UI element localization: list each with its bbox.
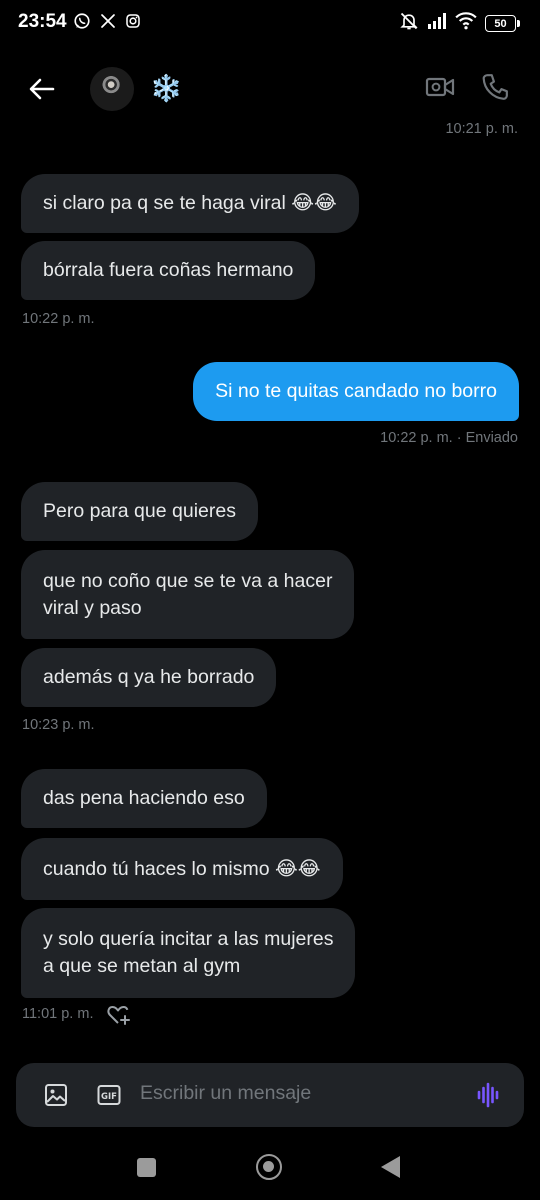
avatar[interactable] — [90, 67, 134, 111]
message-bubble-incoming[interactable]: das pena haciendo eso — [21, 769, 267, 828]
back-button[interactable] — [26, 74, 58, 104]
message-timestamp: 10:22 p. m. — [22, 311, 95, 327]
gif-label: GIF — [101, 1092, 117, 1102]
message-bubble-incoming[interactable]: además q ya he borrado — [21, 648, 277, 707]
arrow-left-icon — [29, 78, 55, 100]
add-reaction-button[interactable] — [106, 1004, 130, 1026]
message-timestamp: 10:23 p. m. — [22, 717, 95, 733]
battery-icon: 50 — [485, 15, 520, 32]
message-bubble-incoming[interactable]: bórrala fuera coñas hermano — [21, 241, 316, 300]
instagram-icon — [125, 13, 141, 29]
phone-icon[interactable] — [482, 73, 508, 101]
message-bubble-incoming[interactable]: si claro pa q se te haga viral 😂😂 — [21, 174, 359, 233]
wifi-icon — [455, 12, 477, 35]
message-bubble-incoming[interactable]: y solo quería incitar a las mujeres a qu… — [21, 908, 356, 998]
voice-message-icon[interactable] — [476, 1082, 502, 1108]
message-timestamp: 10:22 p. m. · Enviado — [380, 430, 518, 446]
status-bar: 23:54 50 — [0, 0, 540, 46]
video-call-icon[interactable] — [425, 75, 455, 99]
gif-icon[interactable]: GIF — [97, 1083, 121, 1107]
message-bubble-incoming[interactable]: cuando tú haces lo mismo 😂😂 — [21, 838, 343, 900]
message-timestamp: 10:21 p. m. — [445, 121, 518, 137]
image-icon[interactable] — [44, 1083, 68, 1107]
heart-plus-icon — [107, 1006, 130, 1025]
message-bubble-outgoing[interactable]: Si no te quitas candado no borro — [193, 362, 519, 421]
whatsapp-icon — [73, 12, 91, 30]
system-icons: 50 — [399, 11, 520, 36]
x-icon — [100, 13, 116, 29]
contact-name[interactable]: ❄️ — [150, 73, 182, 103]
message-composer: GIF Escribir un mensaje — [16, 1063, 524, 1127]
system-nav-bar — [0, 1135, 540, 1200]
recents-button[interactable] — [137, 1158, 156, 1177]
conversation-header: ❄️ — [0, 60, 540, 118]
message-input[interactable]: Escribir un mensaje — [140, 1082, 311, 1105]
status-time: 23:54 — [18, 11, 67, 32]
system-back-button[interactable] — [381, 1156, 400, 1178]
message-bubble-incoming[interactable]: Pero para que quieres — [21, 482, 258, 541]
home-button[interactable] — [256, 1154, 282, 1180]
battery-level: 50 — [485, 15, 516, 32]
notification-icons — [73, 12, 141, 30]
signal-icon — [427, 13, 447, 34]
message-bubble-incoming[interactable]: que no coño que se te va a hacer viral y… — [21, 550, 355, 639]
message-timestamp: 11:01 p. m. — [22, 1006, 94, 1022]
mute-bell-icon — [399, 11, 419, 36]
